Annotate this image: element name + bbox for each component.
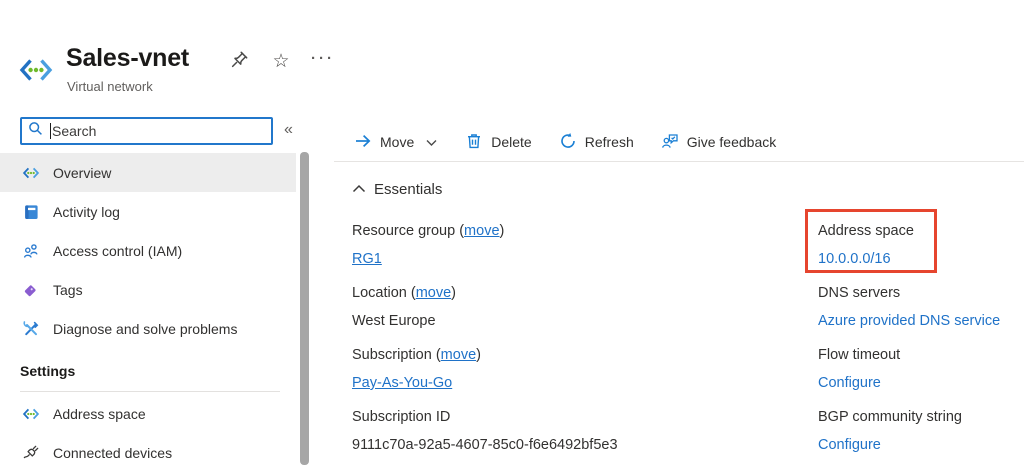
activity-log-icon [22,203,40,221]
field-label: Subscription [352,347,432,363]
sidebar-scrollbar[interactable] [300,152,309,465]
sidebar-item-access-control[interactable]: Access control (IAM) [0,231,296,270]
tags-icon [22,281,40,299]
address-space-link[interactable]: 10.0.0.0/16 [818,251,891,267]
sidebar-item-label: Access control (IAM) [53,242,183,259]
move-location-link[interactable]: move [416,285,451,301]
virtual-network-icon [18,52,54,88]
field-address-space: Address space 10.0.0.0/16 [818,222,1000,268]
sidebar-item-overview[interactable]: Overview [0,153,296,192]
sidebar-item-label: Address space [53,405,146,422]
feedback-icon [661,132,679,153]
field-label: Flow timeout [818,347,901,363]
access-control-icon [22,242,40,260]
sidebar-item-connected-devices[interactable]: Connected devices [0,433,296,472]
address-space-icon [22,405,40,423]
field-dns-servers: DNS servers Azure provided DNS service [818,284,1000,330]
chevron-down-icon [425,136,438,149]
move-resource-group-link[interactable]: move [464,223,499,239]
give-feedback-button[interactable]: Give feedback [661,132,776,153]
field-subscription: Subscription (move) Pay-As-You-Go [352,347,481,391]
connected-devices-icon [22,444,40,462]
diagnose-icon [22,320,40,338]
sidebar-item-diagnose[interactable]: Diagnose and solve problems [0,309,296,348]
move-arrow-icon [354,132,372,153]
sidebar-item-activity-log[interactable]: Activity log [0,192,296,231]
field-label: Resource group [352,223,456,239]
header-actions: ☆ ··· [228,50,334,72]
command-toolbar: Move Delete Refresh Give feedback [354,128,776,156]
page-subtitle: Virtual network [67,79,153,94]
essentials-title: Essentials [374,181,443,198]
pin-button[interactable] [228,50,250,72]
pin-icon [230,50,249,72]
flow-timeout-configure-link[interactable]: Configure [818,375,881,391]
refresh-button[interactable]: Refresh [559,132,634,153]
field-label: Location [352,285,407,301]
essentials-toggle[interactable]: Essentials [352,181,442,198]
resource-group-link[interactable]: RG1 [352,251,382,267]
virtual-network-icon [22,164,40,182]
sidebar-item-label: Overview [53,164,112,181]
search-input[interactable] [52,123,265,139]
sidebar-item-label: Diagnose and solve problems [53,320,238,337]
refresh-icon [559,132,577,153]
field-bgp-community-string: BGP community string Configure [818,408,1000,454]
page-header: Sales-vnet Virtual network ☆ ··· [0,0,1024,108]
sidebar-item-label: Connected devices [53,444,173,461]
text-caret [50,123,51,139]
delete-button[interactable]: Delete [465,132,532,153]
sidebar-item-tags[interactable]: Tags [0,270,296,309]
sidebar-item-label: Tags [53,281,83,298]
chevron-up-icon [352,181,366,198]
page-title: Sales-vnet [66,44,190,72]
ellipsis-icon: ··· [311,49,335,67]
field-label: BGP community string [818,409,962,425]
field-location: Location (move) West Europe [352,284,618,330]
subscription-link[interactable]: Pay-As-You-Go [352,375,452,391]
field-label: Subscription ID [352,409,451,425]
field-label: DNS servers [818,285,901,301]
sidebar-item-address-space[interactable]: Address space [0,394,296,433]
collapse-sidebar-button[interactable]: « [284,121,293,139]
star-icon: ☆ [272,50,290,72]
trash-icon [465,132,483,153]
sidebar-section-settings: Settings [20,363,76,379]
divider [334,161,1024,162]
field-label: Address space [818,223,914,239]
subscription-id-value: 9111c70a-92a5-4607-85c0-f6e6492bf5e3 [352,437,618,453]
divider [20,391,280,392]
field-subscription-id: Subscription ID 9111c70a-92a5-4607-85c0-… [352,408,618,454]
sidebar: « Overview Activity log [0,112,312,473]
sidebar-menu: Overview Activity log Access control (IA… [0,153,296,472]
location-value: West Europe [352,313,436,329]
essentials-right-column: Address space 10.0.0.0/16 DNS servers Az… [805,209,1000,470]
move-subscription-link[interactable]: move [441,347,476,363]
main-content: Move Delete Refresh Give feedback Essent… [334,125,1024,473]
bgp-configure-link[interactable]: Configure [818,437,881,453]
essentials-left-column: Resource group (move) RG1 Location (move… [352,222,618,470]
move-button[interactable]: Move [354,132,438,153]
favorite-button[interactable]: ☆ [270,50,292,72]
search-icon [28,121,43,141]
more-options-button[interactable]: ··· [311,49,335,72]
field-resource-group: Resource group (move) RG1 [352,223,505,267]
dns-servers-link[interactable]: Azure provided DNS service [818,313,1000,329]
sidebar-search-box [20,117,273,145]
sidebar-item-label: Activity log [53,203,120,220]
field-flow-timeout: Flow timeout Configure [818,346,1000,392]
